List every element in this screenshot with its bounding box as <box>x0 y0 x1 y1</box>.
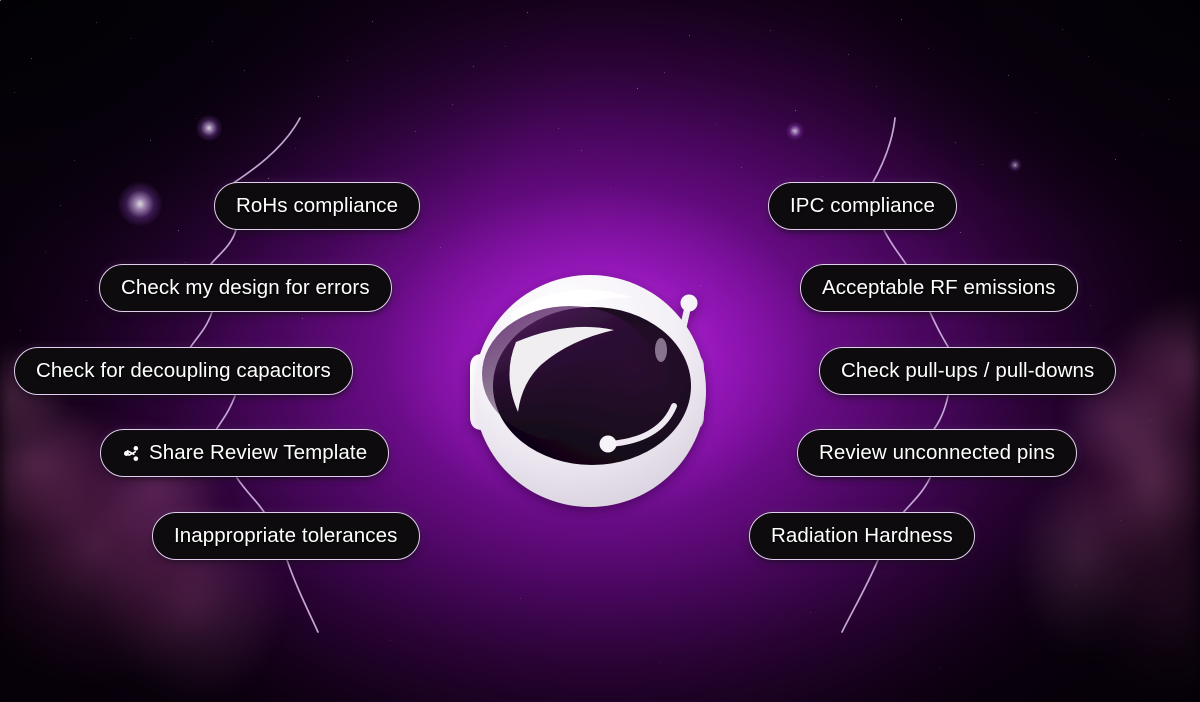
prompt-pill-review-unconnected-pins[interactable]: Review unconnected pins <box>797 429 1077 477</box>
pill-label: Radiation Hardness <box>771 524 953 547</box>
helmet-svg <box>470 275 706 507</box>
star-layer-tinted <box>0 0 1 1</box>
prompt-pill-radiation-hardness[interactable]: Radiation Hardness <box>749 512 975 560</box>
pill-label: Check for decoupling capacitors <box>36 359 331 382</box>
star-layer-bright <box>0 0 1 1</box>
prompt-pill-rohs-compliance[interactable]: RoHs compliance <box>214 182 421 230</box>
pill-label: Review unconnected pins <box>819 441 1055 464</box>
bright-star-a <box>118 182 162 226</box>
pill-label: RoHs compliance <box>236 194 399 217</box>
prompt-pill-share-review-template[interactable]: Share Review Template <box>100 429 390 477</box>
share-icon <box>122 444 141 463</box>
bright-star-c <box>786 122 804 140</box>
prompt-pill-inappropriate-tolerances[interactable]: Inappropriate tolerances <box>152 512 420 560</box>
pill-label: Check pull-ups / pull-downs <box>841 359 1095 382</box>
scene-root: RoHs compliance Check my design for erro… <box>0 0 1200 702</box>
bright-star-b <box>196 115 222 141</box>
pill-label: Share Review Template <box>149 441 368 464</box>
helmet-visor-glint <box>655 338 667 362</box>
pill-label: Check my design for errors <box>121 276 370 299</box>
pill-label: IPC compliance <box>790 194 935 217</box>
prompt-pill-check-design-errors[interactable]: Check my design for errors <box>99 264 392 312</box>
star-layer-small <box>0 0 1 1</box>
astronaut-helmet-logo <box>458 258 726 520</box>
pill-label: Acceptable RF emissions <box>822 276 1056 299</box>
prompt-pill-acceptable-rf-emissions[interactable]: Acceptable RF emissions <box>800 264 1078 312</box>
pill-label: Inappropriate tolerances <box>174 524 398 547</box>
prompt-pill-ipc-compliance[interactable]: IPC compliance <box>768 182 957 230</box>
helmet-visor-sheen <box>482 306 658 442</box>
prompt-pill-check-decoupling-capacitors[interactable]: Check for decoupling capacitors <box>14 347 353 395</box>
prompt-pill-check-pullups-pulldowns[interactable]: Check pull-ups / pull-downs <box>819 347 1117 395</box>
bright-star-d <box>1008 158 1022 172</box>
